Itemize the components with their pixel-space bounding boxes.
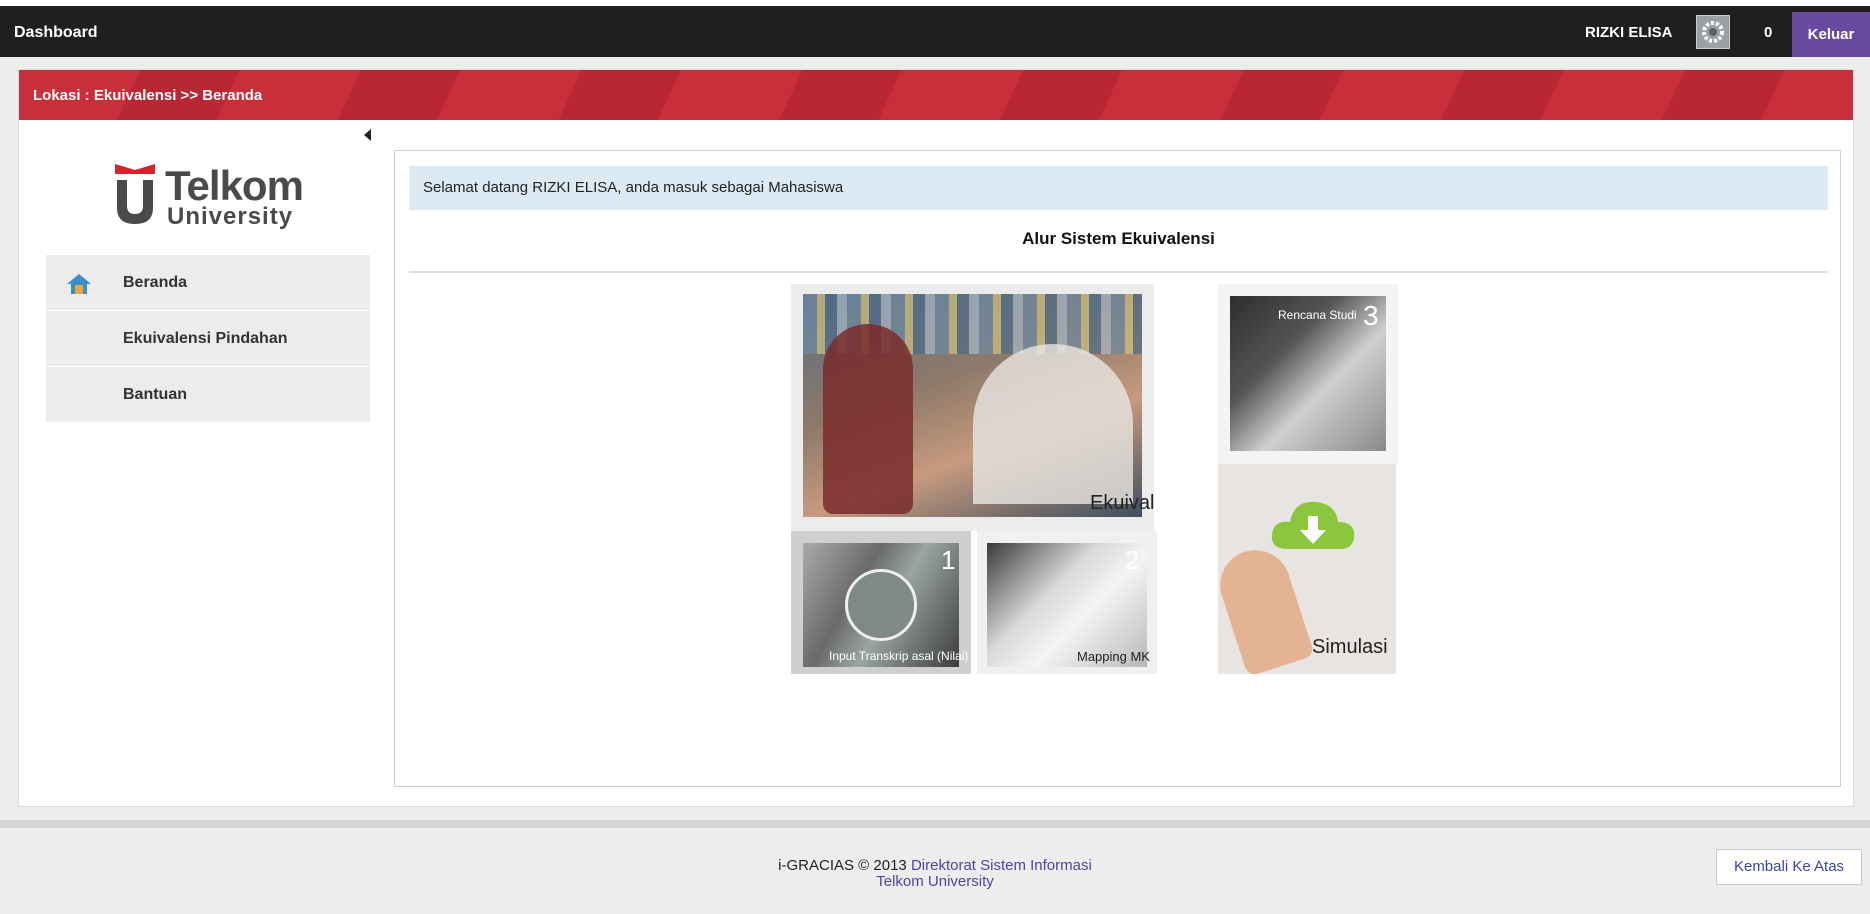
logo-text-university: University xyxy=(167,203,294,230)
content-area: Selamat datang RIZKI ELISA, anda masuk s… xyxy=(394,150,1841,787)
tile-caption-rencana-studi: Rencana Studi xyxy=(1278,308,1357,322)
footer-univ-link[interactable]: Telkom University xyxy=(876,873,994,890)
hand-image xyxy=(1218,541,1315,674)
footer-org-link[interactable]: Direktorat Sistem Informasi xyxy=(911,857,1092,874)
user-name[interactable]: RIZKI ELISA xyxy=(1585,24,1673,41)
sidebar-item-beranda[interactable]: Beranda xyxy=(46,255,370,311)
tile-input-transkrip[interactable]: 1 Input Transkrip asal (Nilai) xyxy=(791,531,971,674)
main-panel: Lokasi : Ekuivalensi >> Beranda Telkom U… xyxy=(18,69,1854,807)
flow-title: Alur Sistem Ekuivalensi xyxy=(1022,229,1215,248)
sidebar-item-label: Bantuan xyxy=(123,386,187,403)
sidebar-menu: Beranda Ekuivalensi Pindahan Bantuan xyxy=(46,255,370,423)
telkom-logo: Telkom University xyxy=(113,162,323,232)
sidebar-item-bantuan[interactable]: Bantuan xyxy=(46,367,370,423)
tile-rencana-studi[interactable]: Rencana Studi 3 xyxy=(1218,284,1398,464)
tile-ekuivalensi[interactable]: Ekuivalensi xyxy=(791,284,1154,531)
breadcrumb: Lokasi : Ekuivalensi >> Beranda xyxy=(19,70,1853,120)
home-icon xyxy=(67,274,91,294)
tile-caption-input-transkrip: Input Transkrip asal (Nilai) xyxy=(829,649,969,663)
welcome-message: Selamat datang RIZKI ELISA, anda masuk s… xyxy=(409,166,1828,210)
tile-caption-simulasi: Simulasi xyxy=(1312,636,1388,658)
tile-simulasi[interactable]: Simulasi xyxy=(1218,464,1396,674)
top-bar: Dashboard RIZKI ELISA 0 Keluar xyxy=(0,0,1870,57)
telkom-logo-mark xyxy=(115,164,155,224)
sidebar-item-label: Beranda xyxy=(123,274,188,291)
tile-caption-ekuivalensi: Ekuivalensi xyxy=(1090,492,1154,514)
footer: i-GRACIAS © 2013 Direktorat Sistem Infor… xyxy=(0,858,1870,890)
sidebar-item-ekuivalensi-pindahan[interactable]: Ekuivalensi Pindahan xyxy=(46,311,370,367)
logo-text-telkom: Telkom xyxy=(165,162,304,209)
footer-copyright: i-GRACIAS © 2013 xyxy=(778,857,907,874)
back-to-top-button[interactable]: Kembali Ke Atas xyxy=(1716,849,1862,885)
tile-number-1: 1 xyxy=(941,545,956,575)
tile-number-2: 2 xyxy=(1125,545,1140,575)
sidebar-item-label: Ekuivalensi Pindahan xyxy=(123,330,288,347)
tile-number-3: 3 xyxy=(1363,300,1379,331)
logout-button[interactable]: Keluar xyxy=(1792,12,1870,57)
tile-caption-mapping-mk: Mapping MK xyxy=(1077,649,1150,664)
tile-mapping-mk[interactable]: 2 Mapping MK xyxy=(977,531,1157,674)
divider xyxy=(409,271,1828,273)
footer-separator xyxy=(0,820,1870,828)
collapse-sidebar-icon[interactable] xyxy=(364,129,371,141)
notification-count[interactable]: 0 xyxy=(1764,24,1772,41)
students-photo xyxy=(803,294,1142,517)
cloud-download-icon xyxy=(1271,501,1355,550)
gear-icon[interactable] xyxy=(1696,15,1730,49)
dashboard-link[interactable]: Dashboard xyxy=(14,24,98,42)
